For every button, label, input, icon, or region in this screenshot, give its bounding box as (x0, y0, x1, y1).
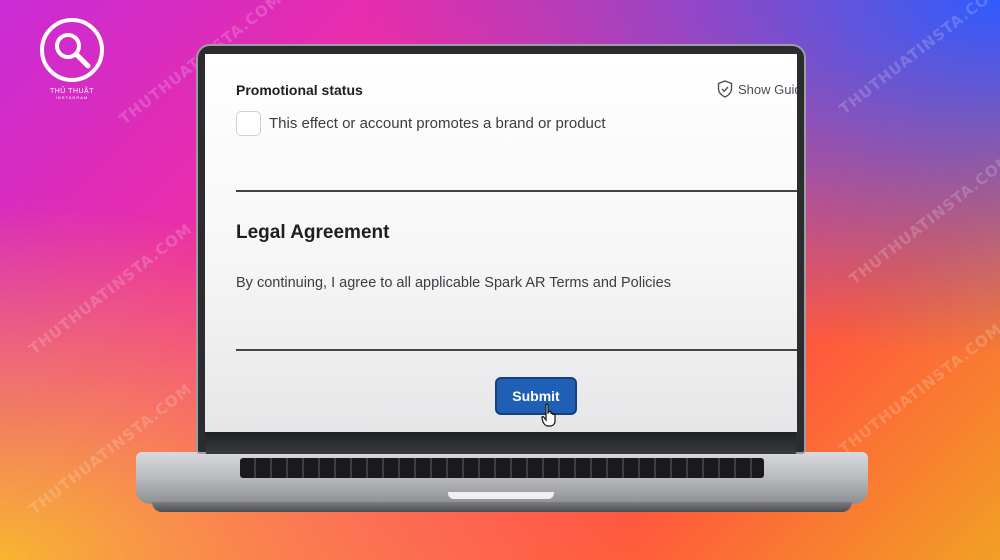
shield-check-icon (717, 80, 733, 98)
laptop-keyboard (240, 458, 764, 478)
laptop-notch (448, 492, 554, 499)
promotional-status-title: Promotional status (236, 82, 363, 98)
search-icon (55, 33, 91, 69)
watermark: THUTHUATINSTA.COM (835, 0, 1000, 119)
hand-pointer-icon (541, 403, 556, 427)
submit-button[interactable]: Submit (495, 377, 577, 415)
watermark: THUTHUATINSTA.COM (845, 149, 1000, 289)
laptop-base-edge (152, 502, 852, 512)
watermark: THUTHUATINSTA.COM (835, 319, 1000, 459)
legal-agreement-title: Legal Agreement (236, 222, 390, 243)
promotes-brand-option[interactable]: This effect or account promotes a brand … (236, 111, 606, 136)
legal-agreement-text: By continuing, I agree to all applicable… (236, 275, 671, 291)
show-guide-label: Show Guid (738, 81, 797, 97)
logo-line2: INSTAGRAM (55, 95, 89, 100)
logo-line1: THỦ THUẬT (49, 88, 95, 95)
promotes-brand-label: This effect or account promotes a brand … (269, 115, 606, 132)
section-divider (236, 190, 797, 192)
watermark: THUTHUATINSTA.COM (25, 219, 196, 359)
show-guide-link[interactable]: Show Guid (717, 80, 797, 98)
laptop-screen: Promotional status Show Guid This effect… (205, 54, 797, 432)
brand-logo: THỦ THUẬT INSTAGRAM (36, 18, 108, 100)
promotes-brand-checkbox[interactable] (236, 111, 261, 136)
laptop-hinge (206, 432, 796, 454)
section-divider (236, 349, 797, 351)
